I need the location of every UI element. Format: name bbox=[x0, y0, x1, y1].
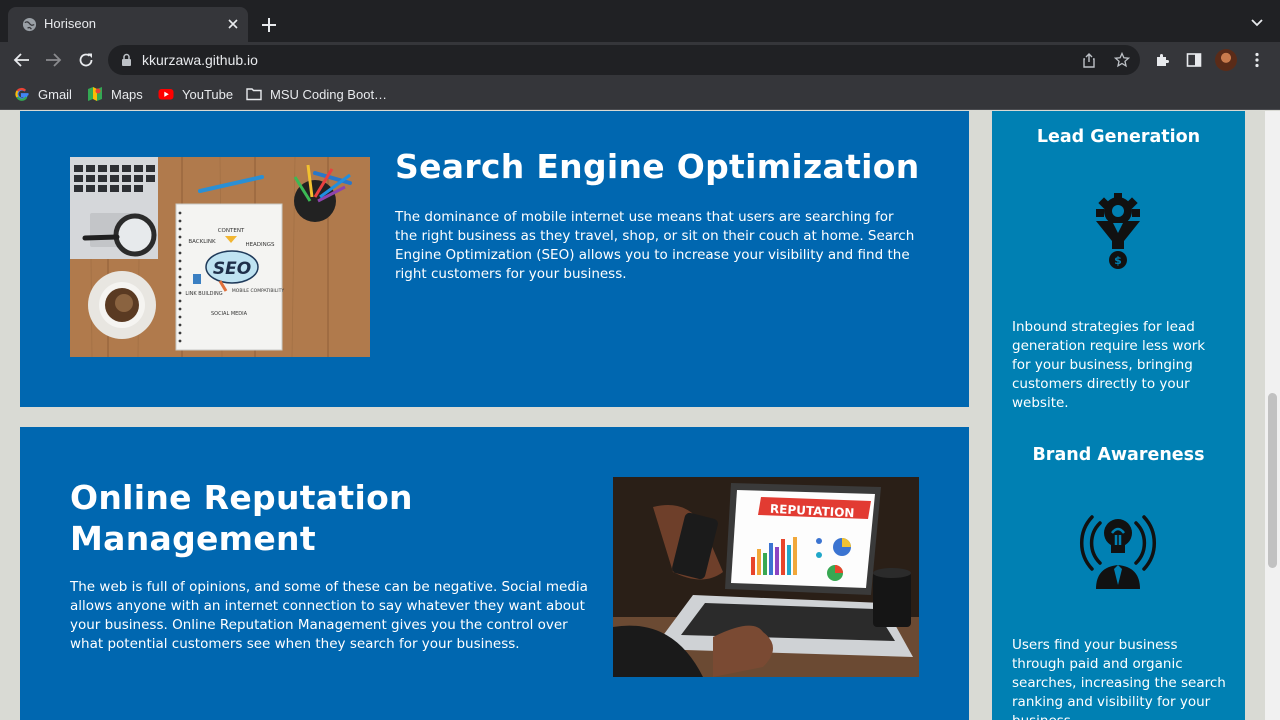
bookmark-gmail[interactable]: Gmail bbox=[14, 85, 72, 103]
seo-section: SEO CONTENT HEADINGS BACKLINK MOBILE COM… bbox=[20, 111, 969, 407]
back-icon[interactable] bbox=[13, 52, 30, 68]
bookmark-label: Gmail bbox=[38, 86, 72, 102]
close-icon[interactable] bbox=[226, 17, 240, 31]
seo-image-label: CONTENT bbox=[218, 228, 245, 234]
benefits-sidebar: Lead Generation $ Inbound strategies for… bbox=[992, 111, 1245, 720]
brand-awareness-title: Brand Awareness bbox=[1032, 445, 1205, 465]
toolbar: kkurzawa.github.io bbox=[0, 42, 1280, 78]
lead-funnel-icon: $ bbox=[1096, 193, 1140, 269]
new-tab-icon[interactable] bbox=[261, 17, 277, 33]
page-viewport: SEO CONTENT HEADINGS BACKLINK MOBILE COM… bbox=[0, 111, 1280, 720]
tab-title: Horiseon bbox=[44, 16, 97, 31]
lock-icon[interactable] bbox=[121, 53, 132, 67]
bookmark-youtube[interactable]: YouTube bbox=[158, 85, 233, 103]
extensions-icon[interactable] bbox=[1154, 52, 1170, 68]
bookmark-label: Maps bbox=[111, 86, 143, 102]
orm-title: Online Reputation Management bbox=[70, 478, 413, 558]
more-menu-icon[interactable] bbox=[1253, 52, 1261, 68]
reload-icon[interactable] bbox=[78, 52, 94, 68]
seo-image: SEO CONTENT HEADINGS BACKLINK MOBILE COM… bbox=[70, 157, 370, 357]
forward-icon[interactable] bbox=[45, 52, 62, 68]
seo-image-label: HEADINGS bbox=[245, 242, 275, 248]
bookmark-label: MSU Coding Boot… bbox=[270, 86, 388, 102]
orm-section: Online Reputation Management The web is … bbox=[20, 427, 969, 720]
orm-description: The web is full of opinions, and some of… bbox=[70, 579, 588, 652]
seo-image-label: LINK BUILDING bbox=[185, 291, 222, 297]
seo-image-label: BACKLINK bbox=[188, 239, 216, 245]
bookmark-folder-msu[interactable]: MSU Coding Boot… bbox=[246, 85, 387, 103]
folder-icon bbox=[246, 88, 262, 101]
lead-generation-text: Inbound strategies for lead generation r… bbox=[1012, 319, 1206, 411]
seo-description: The dominance of mobile internet use mea… bbox=[395, 209, 915, 282]
star-icon[interactable] bbox=[1114, 52, 1130, 68]
google-icon bbox=[15, 87, 29, 101]
seo-image-center-label: SEO bbox=[213, 259, 251, 279]
lightbulb-person-icon bbox=[1079, 515, 1157, 589]
orm-image: REPUTATION bbox=[613, 477, 919, 677]
tab-bar: Horiseon bbox=[0, 0, 1280, 42]
seo-image-label: SOCIAL MEDIA bbox=[211, 311, 248, 317]
youtube-icon bbox=[158, 89, 174, 100]
lead-generation-title: Lead Generation bbox=[1036, 127, 1201, 147]
maps-icon bbox=[88, 87, 102, 101]
brand-awareness-text: Users find your business through paid an… bbox=[1012, 637, 1226, 720]
bookmark-maps[interactable]: Maps bbox=[87, 85, 143, 103]
profile-avatar[interactable] bbox=[1215, 49, 1237, 71]
globe-icon bbox=[22, 17, 37, 32]
scrollbar-thumb[interactable] bbox=[1268, 393, 1277, 568]
svg-text:$: $ bbox=[1114, 254, 1122, 267]
bookmarks-bar: Gmail Maps YouTube MSU Coding Boot… bbox=[0, 78, 1280, 110]
bookmark-label: YouTube bbox=[182, 86, 234, 102]
page-scrollbar[interactable] bbox=[1265, 111, 1280, 720]
address-bar[interactable]: kkurzawa.github.io bbox=[108, 45, 1140, 75]
browser-tab[interactable]: Horiseon bbox=[8, 7, 248, 42]
share-icon[interactable] bbox=[1082, 53, 1096, 68]
seo-title: Search Engine Optimization bbox=[395, 147, 920, 186]
seo-image-label: MOBILE COMPATIBILITY bbox=[232, 288, 284, 294]
side-panel-icon[interactable] bbox=[1186, 52, 1202, 68]
chevron-down-icon[interactable] bbox=[1250, 18, 1264, 28]
url-text[interactable]: kkurzawa.github.io bbox=[142, 52, 258, 68]
